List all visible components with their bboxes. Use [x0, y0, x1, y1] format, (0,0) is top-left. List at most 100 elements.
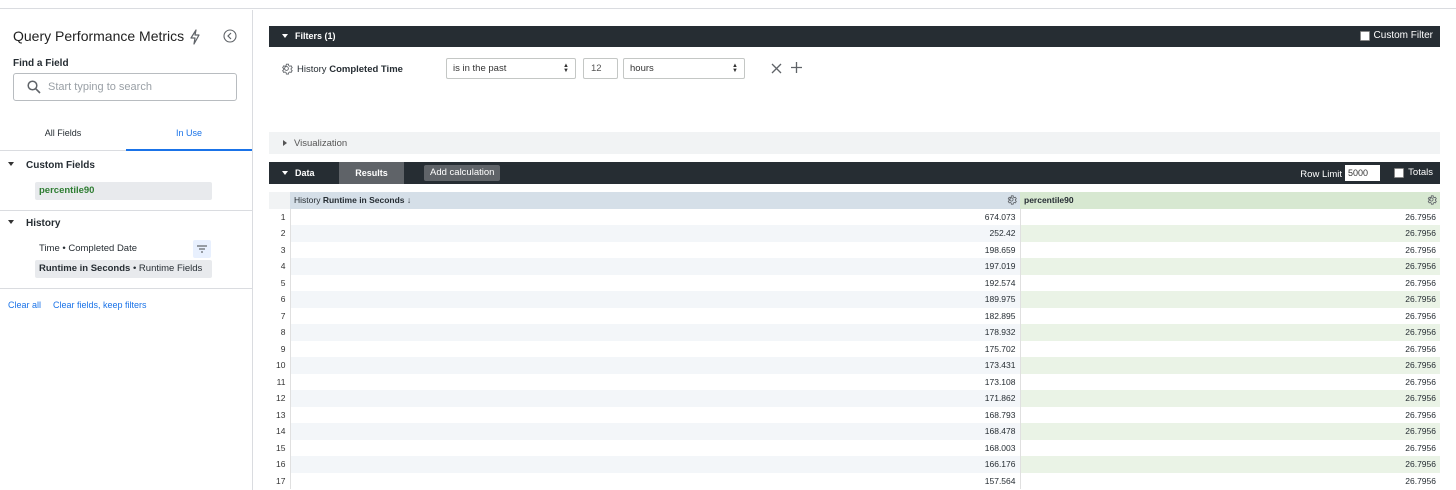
tab-data[interactable]: Data [295, 168, 315, 178]
table-row: 2 252.42 26.7956 [269, 225, 1440, 242]
table-row: 7 182.895 26.7956 [269, 307, 1440, 324]
gear-icon[interactable] [280, 62, 293, 75]
runtime-cell: 168.003 [290, 439, 1021, 456]
column-header-runtime[interactable]: History Runtime in Seconds ↓ [290, 192, 1020, 209]
tab-in-use[interactable]: In Use [126, 120, 252, 151]
filters-header[interactable]: Filters (1) Custom Filter [269, 26, 1440, 47]
visualization-label: Visualization [294, 138, 348, 149]
percentile90-cell: 26.7956 [1020, 291, 1440, 308]
table-row: 11 173.108 26.7956 [269, 373, 1440, 390]
totals-checkbox[interactable] [1394, 167, 1405, 178]
table-row: 3 198.659 26.7956 [269, 241, 1440, 258]
visualization-header[interactable]: Visualization [269, 132, 1440, 154]
runtime-cell: 198.659 [290, 241, 1021, 258]
filter-unit-select[interactable]: hours ▲ ▼ [623, 58, 745, 79]
gear-icon[interactable] [1006, 194, 1017, 205]
clear-all-link[interactable]: Clear all [8, 300, 41, 310]
row-index: 7 [269, 307, 291, 324]
caret-down-icon [282, 171, 288, 175]
runtime-cell: 166.176 [290, 456, 1021, 473]
table-row: 9 175.702 26.7956 [269, 340, 1440, 357]
row-limit: Row Limit 5000 [1300, 165, 1380, 181]
field-name: Runtime in Seconds [39, 263, 131, 274]
percentile90-cell: 26.7956 [1020, 373, 1440, 390]
runtime-cell: 173.108 [290, 373, 1021, 390]
collapse-icon[interactable] [223, 29, 237, 43]
field-picker-sidebar: Query Performance Metrics Find a Field A… [0, 10, 253, 490]
totals-toggle[interactable]: Totals [1394, 167, 1433, 178]
clear-fields-keep-filters-link[interactable]: Clear fields, keep filters [53, 300, 147, 310]
field-completed-date[interactable]: Time • Completed Date [35, 240, 212, 258]
row-index: 3 [269, 241, 291, 258]
section-history[interactable]: History [0, 218, 253, 232]
sort-desc-icon: ↓ [406, 195, 412, 206]
row-index-header [269, 192, 290, 209]
table-row: 13 168.793 26.7956 [269, 406, 1440, 423]
column-field: percentile90 [1024, 195, 1074, 206]
runtime-cell: 173.431 [290, 357, 1021, 374]
column-field: Runtime in Seconds [322, 195, 405, 206]
percentile90-cell: 26.7956 [1020, 258, 1440, 275]
percentile90-cell: 26.7956 [1020, 439, 1440, 456]
gear-icon[interactable] [1426, 194, 1437, 205]
top-border [0, 0, 1456, 9]
custom-filter-toggle[interactable]: Custom Filter [1359, 30, 1433, 41]
caret-down-icon [8, 220, 14, 224]
table-row: 16 166.176 26.7956 [269, 456, 1440, 473]
table-row: 14 168.478 26.7956 [269, 423, 1440, 440]
runtime-cell: 197.019 [290, 258, 1021, 275]
tab-results[interactable]: Results [339, 162, 404, 184]
runtime-cell: 674.073 [290, 208, 1021, 225]
table-row: 6 189.975 26.7956 [269, 291, 1440, 308]
runtime-cell: 252.42 [290, 225, 1021, 242]
percentile90-cell: 26.7956 [1020, 423, 1440, 440]
data-header[interactable]: Data Results Add calculation Row Limit 5… [269, 162, 1440, 184]
results-body: 1 674.073 26.7956 2 252.42 26.7956 3 198.659 26.… [269, 208, 1440, 489]
totals-label: Totals [1408, 167, 1433, 178]
section-custom-fields[interactable]: Custom Fields [0, 160, 253, 174]
row-index: 4 [269, 258, 291, 275]
filter-view: History [297, 64, 327, 75]
percentile90-cell: 26.7956 [1020, 241, 1440, 258]
tab-all-fields[interactable]: All Fields [0, 120, 126, 151]
row-index: 2 [269, 225, 291, 242]
filter-icon[interactable] [193, 240, 211, 258]
row-index: 14 [269, 423, 291, 440]
table-row: 10 173.431 26.7956 [269, 357, 1440, 374]
bolt-icon[interactable] [189, 29, 201, 45]
select-arrow-icon: ▲ ▼ [563, 63, 569, 74]
row-index: 10 [269, 357, 291, 374]
table-row: 12 171.862 26.7956 [269, 390, 1440, 407]
search-icon [27, 80, 41, 94]
custom-filter-checkbox[interactable] [1359, 30, 1370, 41]
plus-icon[interactable] [791, 62, 802, 73]
section-label: History [26, 218, 61, 229]
runtime-cell: 168.478 [290, 423, 1021, 440]
column-header-percentile90[interactable]: percentile90 [1020, 192, 1440, 209]
percentile90-cell: 26.7956 [1020, 307, 1440, 324]
percentile90-cell: 26.7956 [1020, 324, 1440, 341]
caret-down-icon [8, 162, 14, 166]
select-arrow-icon: ▲ ▼ [732, 63, 738, 74]
field-group: • Runtime Fields [130, 263, 203, 274]
filter-value-input[interactable]: 12 [583, 58, 618, 79]
runtime-cell: 157.564 [290, 472, 1021, 489]
add-calculation-button[interactable]: Add calculation [424, 165, 501, 181]
field-search-box[interactable] [13, 73, 237, 101]
runtime-cell: 175.702 [290, 340, 1021, 357]
runtime-cell: 178.932 [290, 324, 1021, 341]
filter-operator-select[interactable]: is in the past ▲ ▼ [446, 58, 576, 79]
runtime-cell: 182.895 [290, 307, 1021, 324]
divider [0, 288, 253, 289]
field-percentile90[interactable]: percentile90 [35, 182, 212, 200]
row-index: 1 [269, 208, 291, 225]
row-limit-input[interactable]: 5000 [1345, 165, 1380, 181]
close-icon[interactable] [771, 63, 782, 74]
percentile90-cell: 26.7956 [1020, 340, 1440, 357]
row-index: 17 [269, 472, 291, 489]
field-runtime-seconds[interactable]: Runtime in Seconds • Runtime Fields [35, 260, 212, 278]
percentile90-cell: 26.7956 [1020, 456, 1440, 473]
field-search-input[interactable] [48, 79, 228, 95]
percentile90-cell: 26.7956 [1020, 208, 1440, 225]
filters-title: Filters (1) [295, 31, 336, 41]
